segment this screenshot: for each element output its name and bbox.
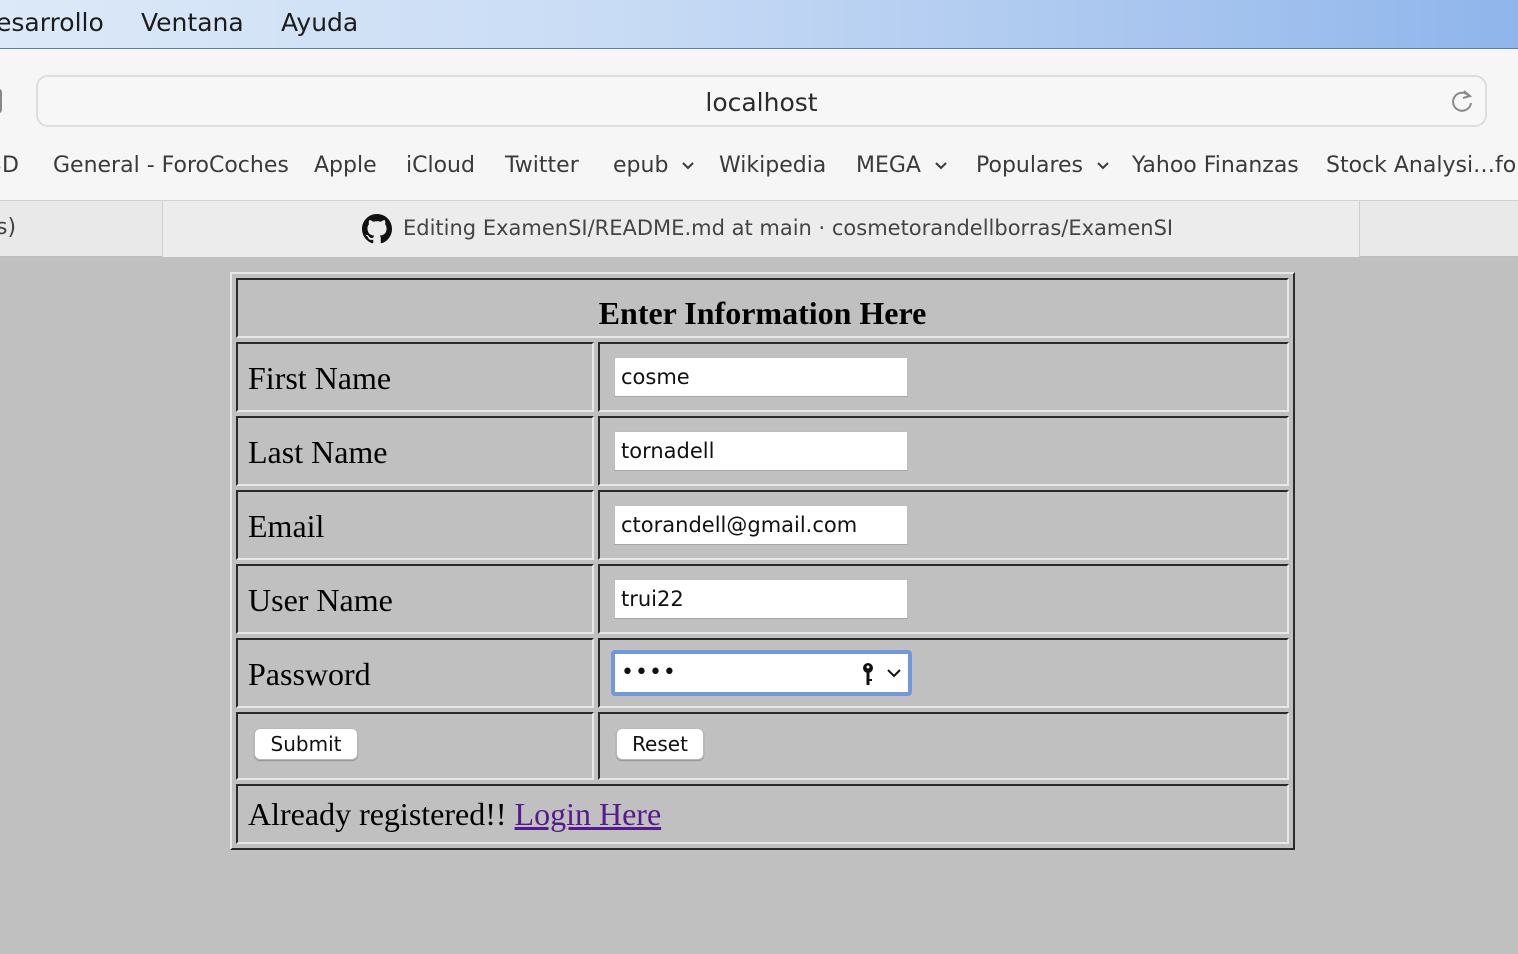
password-value: •••• (621, 660, 677, 685)
password-input[interactable]: •••• (611, 650, 912, 696)
reset-button[interactable]: Reset (616, 728, 704, 760)
sidebar-toggle-icon[interactable] (0, 89, 2, 113)
email-label-cell: Email (236, 490, 594, 560)
bookmark-twitter[interactable]: Twitter (505, 153, 579, 178)
bookmark-mega-label: MEGA (856, 153, 921, 178)
bookmark-apple[interactable]: Apple (314, 153, 377, 178)
tab-active-title: Editing ExamenSI/README.md at main · cos… (403, 216, 1174, 240)
reload-icon[interactable] (1449, 88, 1475, 114)
bookmark-wikipedia[interactable]: Wikipedia (719, 153, 826, 178)
first-name-input-cell: cosme (598, 342, 1289, 412)
bookmark-epub-label: epub (613, 153, 669, 178)
bookmarks-bar: 3D General - ForoCoches Apple iCloud Twi… (0, 153, 1518, 189)
password-label: Password (248, 656, 371, 692)
chevron-down-icon (1097, 162, 1109, 170)
username-input[interactable]: trui22 (614, 579, 908, 619)
bookmark-folder-epub[interactable]: epub (613, 153, 695, 178)
tab-previous[interactable]: s) (0, 201, 163, 257)
github-icon (362, 214, 392, 244)
registration-form: Enter Information Here First Name cosme … (230, 272, 1295, 850)
tab-previous-title: s) (0, 215, 17, 240)
menu-ventana[interactable]: Ventana (141, 8, 244, 37)
form-heading: Enter Information Here (598, 295, 927, 331)
login-link[interactable]: Login Here (515, 796, 662, 832)
footer-cell: Already registered!! Login Here (236, 784, 1289, 844)
bookmark-populares-label: Populares (976, 153, 1084, 178)
reset-cell: Reset (598, 712, 1289, 780)
username-label: User Name (248, 582, 393, 618)
already-registered-label: Already registered!! (248, 796, 507, 832)
bookmark-folder-populares[interactable]: Populares (976, 153, 1110, 178)
bookmark-stock-analysis[interactable]: Stock Analysi…for (1326, 153, 1518, 178)
last-name-input[interactable]: tornadell (614, 431, 908, 471)
menu-desarrollo[interactable]: esarrollo (0, 8, 104, 37)
menu-bar: esarrollo Ventana Ayuda (0, 0, 1518, 49)
tab-active[interactable]: Editing ExamenSI/README.md at main · cos… (163, 201, 1360, 257)
password-input-cell: •••• (598, 638, 1289, 708)
last-name-input-cell: tornadell (598, 416, 1289, 486)
bookmark-forocoches[interactable]: General - ForoCoches (53, 153, 289, 178)
url-text: localhost (705, 88, 818, 117)
already-registered-text: Already registered!! Login Here (248, 796, 661, 833)
username-input-cell: trui22 (598, 564, 1289, 634)
email-label: Email (248, 508, 325, 544)
address-bar[interactable]: localhost (36, 75, 1487, 127)
first-name-label: First Name (248, 360, 392, 396)
submit-button[interactable]: Submit (254, 728, 358, 760)
email-input-cell: ctorandell@gmail.com (598, 490, 1289, 560)
bookmark-3d[interactable]: 3D (0, 153, 19, 178)
key-icon[interactable] (860, 662, 876, 688)
first-name-input[interactable]: cosme (614, 357, 908, 397)
bookmark-folder-mega[interactable]: MEGA (856, 153, 948, 178)
submit-cell: Submit (236, 712, 594, 780)
username-label-cell: User Name (236, 564, 594, 634)
tab-bar: s) Editing ExamenSI/README.md at main · … (0, 200, 1518, 257)
bookmark-yahoo-finanzas[interactable]: Yahoo Finanzas (1132, 153, 1299, 178)
bookmark-icloud[interactable]: iCloud (406, 153, 475, 178)
last-name-label-cell: Last Name (236, 416, 594, 486)
first-name-label-cell: First Name (236, 342, 594, 412)
chevron-down-icon (935, 162, 947, 170)
form-heading-cell: Enter Information Here (236, 278, 1289, 338)
browser-toolbar: localhost 3D General - ForoCoches Apple … (0, 49, 1518, 200)
last-name-label: Last Name (248, 434, 388, 470)
chevron-down-icon[interactable] (886, 667, 902, 679)
email-input[interactable]: ctorandell@gmail.com (614, 505, 908, 545)
menu-ayuda[interactable]: Ayuda (281, 8, 358, 37)
password-label-cell: Password (236, 638, 594, 708)
chevron-down-icon (682, 162, 695, 170)
